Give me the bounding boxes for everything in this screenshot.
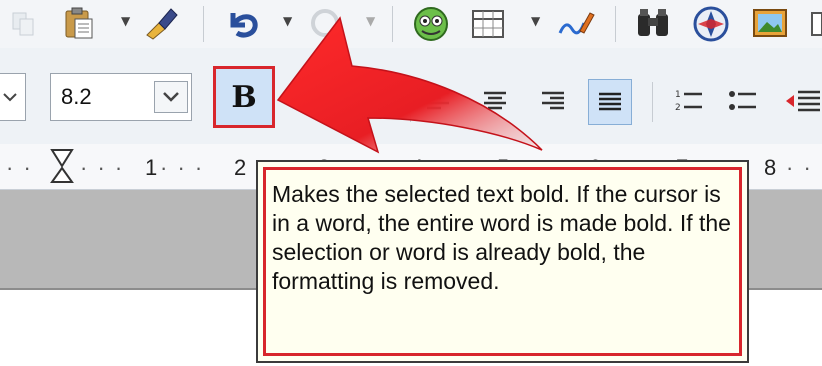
tooltip-highlight-frame: Makes the selected text bold. If the cur… — [263, 167, 742, 356]
tooltip: Makes the selected text bold. If the cur… — [256, 160, 749, 363]
tooltip-text: Makes the selected text bold. If the cur… — [272, 181, 731, 294]
